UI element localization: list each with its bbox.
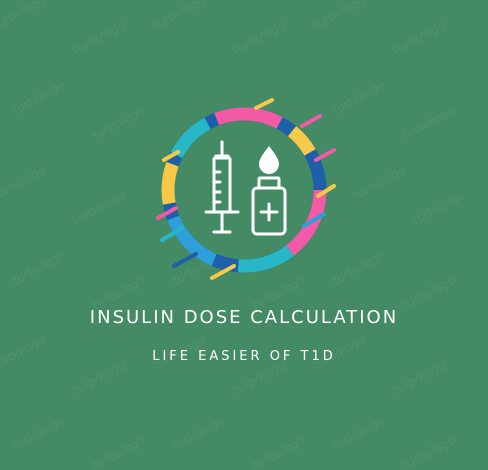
- ring-accent: [254, 98, 274, 110]
- syringe-icon: [204, 140, 240, 234]
- watermark: turbologo: [410, 187, 468, 228]
- app-tagline: LIFE EASIER OF T1D: [152, 349, 336, 364]
- watermark: turbologo: [150, 0, 208, 33]
- watermark: turbologo: [90, 102, 148, 143]
- drop-icon: [259, 146, 279, 174]
- logo-graphic: [156, 98, 336, 280]
- watermark: turbologo: [250, 432, 308, 470]
- watermark: turbologo: [330, 412, 388, 453]
- ring-accent: [172, 252, 198, 268]
- watermark: turbologo: [330, 247, 388, 288]
- plus-icon: [259, 202, 279, 222]
- watermark: turbologo: [0, 0, 48, 33]
- watermark: turbologo: [10, 412, 68, 453]
- watermark: turbologo: [10, 247, 68, 288]
- splash-screen: turbologo turbologo turbologo turbologo …: [0, 0, 488, 470]
- watermark: turbologo: [70, 187, 128, 228]
- watermark: turbologo: [70, 17, 128, 58]
- watermark: turbologo: [400, 102, 458, 143]
- watermark: turbologo: [170, 412, 228, 453]
- watermark: turbologo: [0, 162, 48, 203]
- app-title: INSULIN DOSE CALCULATION: [89, 307, 399, 328]
- ring-accent: [300, 114, 322, 128]
- ring-accents: [156, 98, 336, 280]
- watermark: turbologo: [90, 432, 148, 470]
- app-logo: [152, 98, 336, 282]
- watermark: turbologo: [310, 0, 368, 33]
- watermark: turbologo: [330, 77, 388, 118]
- watermark: turbologo: [400, 432, 458, 470]
- watermark: turbologo: [230, 17, 288, 58]
- watermark: turbologo: [390, 17, 448, 58]
- watermark: turbologo: [10, 77, 68, 118]
- logo-ring: [161, 107, 327, 273]
- watermark: turbologo: [350, 162, 408, 203]
